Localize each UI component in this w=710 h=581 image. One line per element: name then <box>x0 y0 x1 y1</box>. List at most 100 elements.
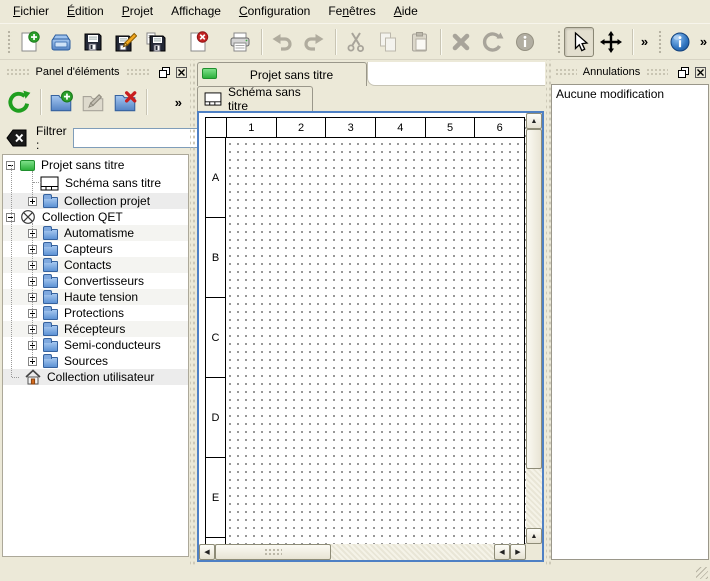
tab-projet-sans-titre[interactable]: Projet sans titre <box>197 62 367 86</box>
overflow-chevron-icon[interactable]: » <box>697 34 710 49</box>
tree-item-convertisseurs[interactable]: Convertisseurs <box>3 273 188 289</box>
overflow-chevron-icon[interactable]: » <box>638 34 651 49</box>
horizontal-scroll-track[interactable] <box>331 544 494 560</box>
elements-tree: Projet sans titre Schéma sans titre Coll… <box>2 154 189 557</box>
menu-aide[interactable]: Aide <box>385 0 427 23</box>
save-button[interactable] <box>78 27 108 57</box>
tree-item-automatisme[interactable]: Automatisme <box>3 225 188 241</box>
folder-icon <box>43 275 58 288</box>
copy-icon <box>376 30 400 54</box>
cut-button[interactable] <box>341 27 371 57</box>
resize-grip[interactable] <box>696 567 708 579</box>
reload-collections-button[interactable] <box>4 87 34 117</box>
menu-projet[interactable]: Projet <box>113 0 162 23</box>
rotate-button[interactable] <box>478 27 508 57</box>
undo-list-item[interactable]: Aucune modification <box>552 85 708 103</box>
selection-mode-button[interactable] <box>564 27 594 57</box>
tree-item-contacts[interactable]: Contacts <box>3 257 188 273</box>
menu-fenetres[interactable]: Fenêtres <box>319 0 384 23</box>
new-document-button[interactable] <box>14 27 44 57</box>
delete-button[interactable] <box>446 27 476 57</box>
scroll-left-button[interactable]: ◀ <box>494 544 510 560</box>
scroll-up-button[interactable]: ▲ <box>526 528 542 544</box>
expand-icon[interactable] <box>28 325 37 334</box>
menu-edition[interactable]: Édition <box>58 0 113 23</box>
expand-icon[interactable] <box>28 261 37 270</box>
scroll-left-button[interactable]: ◀ <box>199 544 215 560</box>
scroll-up-button[interactable]: ▲ <box>526 113 542 129</box>
close-dock-button[interactable] <box>693 65 708 79</box>
print-button[interactable] <box>225 27 255 57</box>
tree-item-sources[interactable]: Sources <box>3 353 188 369</box>
move-cross-icon <box>599 30 623 54</box>
expand-icon[interactable] <box>28 341 37 350</box>
close-dock-button[interactable] <box>174 65 189 79</box>
expand-icon[interactable] <box>28 309 37 318</box>
vertical-scrollbar: ▲ ▲ ▼ <box>526 113 542 560</box>
tree-item-recepteurs[interactable]: Récepteurs <box>3 321 188 337</box>
collapse-icon[interactable] <box>6 213 15 222</box>
vertical-scroll-thumb[interactable] <box>526 129 542 469</box>
expand-icon[interactable] <box>28 229 37 238</box>
tab-schema-sans-titre[interactable]: Schéma sans titre <box>197 86 313 111</box>
tree-item-collection-utilisateur[interactable]: Collection utilisateur <box>3 369 188 385</box>
clear-filter-button[interactable] <box>6 128 28 148</box>
delete-category-button[interactable] <box>110 87 140 117</box>
undo-panel-dock: Annulations Aucune modification <box>549 60 710 566</box>
float-dock-button[interactable] <box>676 65 691 79</box>
float-dock-button[interactable] <box>157 65 172 79</box>
vertical-scroll-track[interactable] <box>526 469 542 528</box>
scroll-right-button[interactable]: ▶ <box>510 544 526 560</box>
copy-button[interactable] <box>373 27 403 57</box>
expand-icon[interactable] <box>28 277 37 286</box>
dock-handle-texture[interactable] <box>646 68 668 76</box>
undo-history-list: Aucune modification <box>551 84 709 560</box>
tree-item-capteurs[interactable]: Capteurs <box>3 241 188 257</box>
expand-icon[interactable] <box>28 197 37 206</box>
tree-item-protections[interactable]: Protections <box>3 305 188 321</box>
menu-affichage[interactable]: Affichage <box>162 0 230 23</box>
tree-item-schema-sans-titre[interactable]: Schéma sans titre <box>3 173 188 193</box>
menu-configuration[interactable]: Configuration <box>230 0 319 23</box>
horizontal-scroll-thumb[interactable] <box>215 544 331 560</box>
collapse-icon[interactable] <box>6 161 15 170</box>
pan-mode-button[interactable] <box>596 27 626 57</box>
tree-item-collection-qet[interactable]: Collection QET <box>3 209 188 225</box>
expand-icon[interactable] <box>28 357 37 366</box>
new-category-button[interactable] <box>46 87 76 117</box>
project-tab-label: Projet sans titre <box>217 68 366 82</box>
restore-icon <box>159 67 171 78</box>
tree-item-collection-projet[interactable]: Collection projet <box>3 193 188 209</box>
dock-handle-texture[interactable] <box>555 68 577 76</box>
dock-handle-texture[interactable] <box>6 68 29 76</box>
filter-label: Filtrer : <box>36 124 67 152</box>
redo-button[interactable] <box>299 27 329 57</box>
tab-bar-empty-area <box>367 62 545 86</box>
close-project-button[interactable] <box>183 27 213 57</box>
expand-icon[interactable] <box>28 245 37 254</box>
schema-canvas[interactable]: 1 2 3 4 5 6 A B C D E <box>199 113 526 544</box>
save-all-icon <box>144 30 168 54</box>
undo-button[interactable] <box>267 27 297 57</box>
tree-item-semi-conducteurs[interactable]: Semi-conducteurs <box>3 337 188 353</box>
open-project-button[interactable] <box>46 27 76 57</box>
expand-icon[interactable] <box>28 293 37 302</box>
column-label: 6 <box>474 118 524 137</box>
folder-edit-icon <box>80 89 106 115</box>
paste-button[interactable] <box>405 27 435 57</box>
save-as-button[interactable] <box>110 27 140 57</box>
edit-category-button[interactable] <box>78 87 108 117</box>
element-info-button[interactable] <box>510 27 540 57</box>
menu-fichier[interactable]: Fichier <box>4 0 58 23</box>
toolbar-drag-handle[interactable] <box>657 29 663 55</box>
tree-item-projet-sans-titre[interactable]: Projet sans titre <box>3 157 188 173</box>
column-label: 4 <box>375 118 425 137</box>
tree-item-haute-tension[interactable]: Haute tension <box>3 289 188 305</box>
overflow-chevron-icon[interactable]: » <box>172 95 185 110</box>
toolbar-drag-handle[interactable] <box>6 29 12 55</box>
row-label: B <box>206 218 225 298</box>
dock-handle-texture[interactable] <box>126 68 149 76</box>
toolbar-drag-handle[interactable] <box>556 29 562 55</box>
save-all-button[interactable] <box>141 27 171 57</box>
about-info-button[interactable] <box>665 27 695 57</box>
